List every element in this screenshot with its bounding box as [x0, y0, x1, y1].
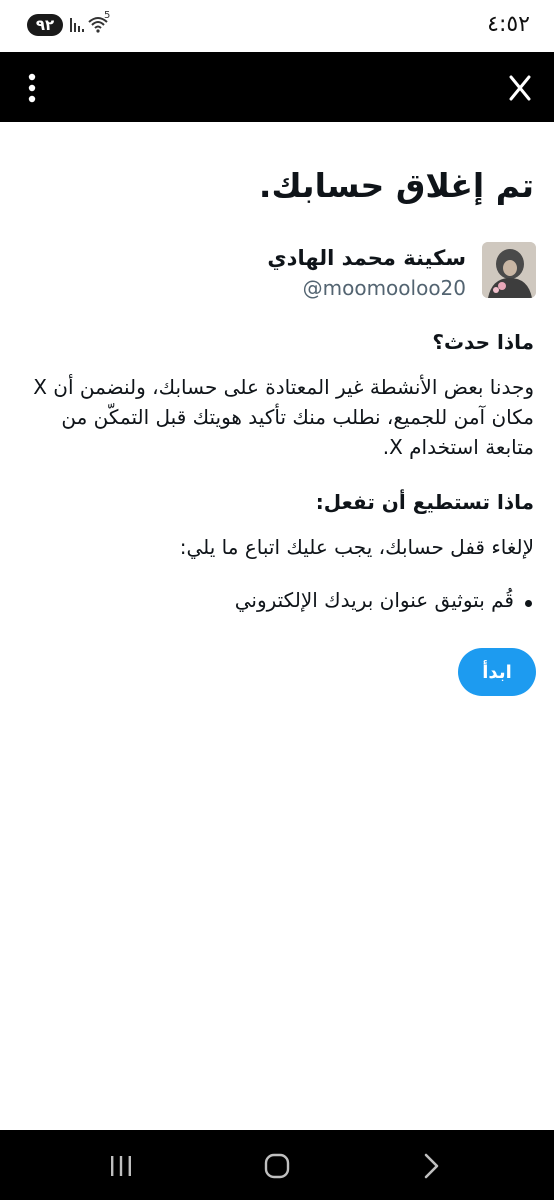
account-handle: @moomooloo20	[302, 276, 466, 300]
signal-icon	[70, 18, 84, 32]
bullet-marker	[525, 600, 532, 607]
home-icon	[264, 1153, 290, 1179]
status-bar: ٩٢ 5 ٤:٥٢	[0, 0, 554, 52]
what-happened-line-1: وجدنا بعض الأنشطة غير المعتادة على حسابك…	[33, 375, 534, 399]
top-bar	[0, 52, 554, 122]
what-happened-line-2: مكان آمن للجميع، نطلب منك تأكيد هويتك قب…	[61, 405, 534, 429]
recents-button[interactable]	[96, 1144, 146, 1188]
what-happened-text: وجدنا بعض الأنشطة غير المعتادة على حسابك…	[18, 372, 534, 462]
close-icon	[509, 75, 531, 101]
back-icon	[424, 1153, 439, 1179]
profile-photo	[482, 242, 536, 298]
network-label: 5	[104, 10, 111, 21]
home-button[interactable]	[252, 1144, 302, 1188]
more-options-button[interactable]	[18, 62, 48, 112]
close-button[interactable]	[500, 62, 540, 112]
main-content: تم إغلاق حسابك. سكينة محمد الهادي @moomo…	[0, 122, 554, 1130]
what-to-do-heading: ماذا تستطيع أن تفعل:	[315, 490, 534, 514]
back-button[interactable]	[406, 1144, 456, 1188]
vertical-ellipsis-icon	[28, 73, 36, 103]
recents-icon	[111, 1156, 131, 1176]
what-to-do-text: لإلغاء قفل حسابك، يجب عليك اتباع ما يلي:	[179, 535, 534, 559]
start-button[interactable]: ابدأ	[458, 648, 536, 696]
what-happened-heading: ماذا حدث؟	[432, 330, 534, 354]
battery-indicator: ٩٢	[27, 14, 63, 36]
what-happened-line-3: متابعة استخدام X.	[382, 435, 534, 459]
clock: ٤:٥٢	[487, 12, 530, 37]
page-title: تم إغلاق حسابك.	[258, 166, 534, 205]
avatar[interactable]	[482, 242, 536, 298]
navigation-bar	[0, 1130, 554, 1200]
account-name: سكينة محمد الهادي	[267, 246, 466, 270]
list-item: قُم بتوثيق عنوان بريدك الإلكتروني	[234, 588, 514, 612]
